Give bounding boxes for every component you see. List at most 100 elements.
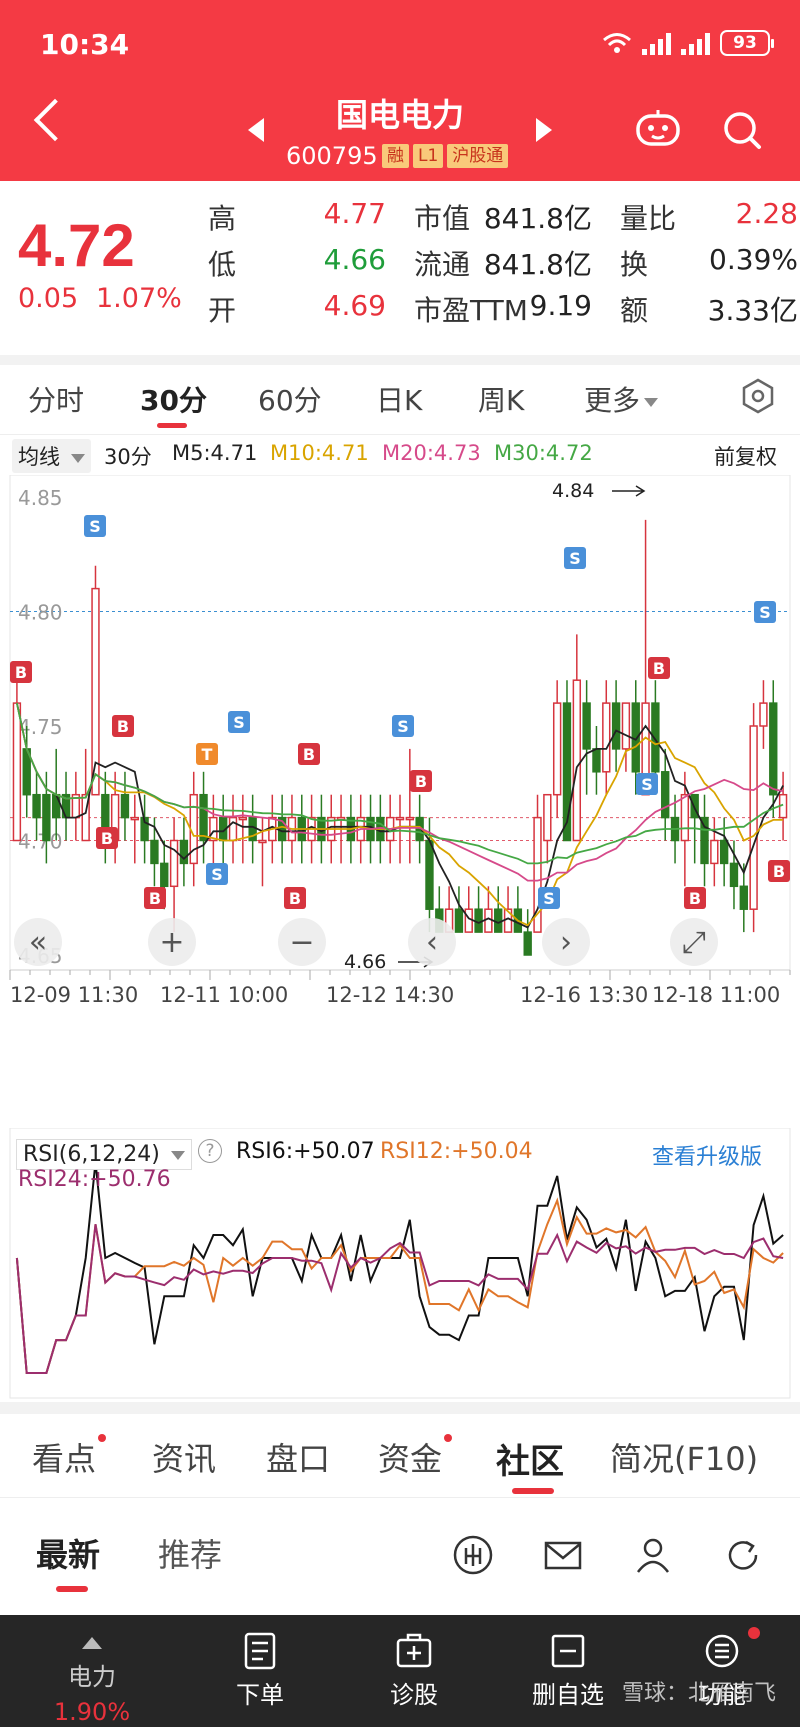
ma20-value: M20:4.73 <box>382 441 481 465</box>
zoom-in-icon[interactable]: + <box>159 925 184 960</box>
tab-recommended[interactable]: 推荐 <box>158 1530 222 1576</box>
rewind-icon[interactable]: « <box>29 925 47 960</box>
stock-code: 600795 <box>286 142 378 170</box>
quote-value: 3.33亿 <box>707 294 798 327</box>
ma-period: 30分 <box>104 445 152 469</box>
tab-daily[interactable]: 日K <box>376 379 422 419</box>
order-button[interactable]: 下单 <box>200 1631 320 1710</box>
candle-up <box>710 839 719 865</box>
tab-intraday[interactable]: 分时 <box>28 379 84 419</box>
rsi24-value: RSI24:+50.76 <box>18 1167 171 1192</box>
ma30-value: M30:4.72 <box>494 441 593 465</box>
tab-orderbook[interactable]: 盘口 <box>266 1434 330 1480</box>
signal-marker-label: B <box>415 772 427 791</box>
quote-value: 4.66 <box>323 243 386 276</box>
x-tick-label: 12-12 14:30 <box>326 983 454 1007</box>
ma-legend: 均线 30分 M5:4.71 M10:4.71 M20:4.73 M30:4.7… <box>0 435 800 475</box>
next-stock-icon[interactable] <box>536 118 552 142</box>
candle-down <box>611 702 621 750</box>
upgrade-link[interactable]: 查看升级版 <box>652 1139 762 1171</box>
candle-down <box>729 862 739 888</box>
tab-highlights[interactable]: 看点 <box>32 1434 96 1480</box>
candle-down <box>160 862 169 888</box>
refresh-icon[interactable] <box>722 1534 764 1576</box>
candle-down <box>739 885 748 910</box>
tab-profile[interactable]: 简况(F10) <box>610 1434 758 1480</box>
diagnose-button[interactable]: 诊股 <box>354 1631 474 1710</box>
ma-selector[interactable]: 均线 <box>12 439 91 473</box>
notification-dot <box>748 1627 760 1639</box>
x-tick-label: 12-11 10:00 <box>160 983 288 1007</box>
tab-indicator <box>56 1586 88 1592</box>
signal-marker-label: B <box>149 889 161 908</box>
kline-chart[interactable]: 4.854.804.754.704.654.844.66BSBTSBSBSBSB… <box>0 475 800 1075</box>
snowball-icon[interactable] <box>452 1534 494 1576</box>
watermark: 雪球：北雁南飞 <box>621 1681 776 1706</box>
settings-icon[interactable] <box>740 378 776 414</box>
signal-marker-label: S <box>641 775 653 794</box>
mail-icon[interactable] <box>542 1534 584 1576</box>
signal-marker-label: B <box>689 889 701 908</box>
quote-label: 额 <box>620 294 649 327</box>
tab-30min[interactable]: 30分 <box>140 379 207 419</box>
rsi-legend: RSI(6,12,24) ? RSI6:+50.07 RSI12:+50.04 … <box>0 1125 800 1195</box>
signal-marker-label: B <box>101 829 113 848</box>
candle-down <box>425 839 434 910</box>
stock-tags: 融 L1 沪股通 <box>382 144 509 168</box>
signal-marker-label: B <box>117 717 129 736</box>
tab-60min[interactable]: 60分 <box>258 379 322 419</box>
divider <box>0 355 800 365</box>
candle-down <box>719 839 729 865</box>
remove-watchlist-button[interactable]: 删自选 <box>508 1631 628 1710</box>
tab-more[interactable]: 更多 <box>584 379 659 419</box>
status-icons: 93 <box>602 30 774 56</box>
signal-marker-label: B <box>653 659 665 678</box>
x-tick-label: 12-09 11:30 <box>10 983 138 1007</box>
tab-news[interactable]: 资讯 <box>152 1434 216 1480</box>
candle-up <box>759 702 768 727</box>
rsi-selector[interactable]: RSI(6,12,24) <box>16 1139 192 1170</box>
zoom-out-icon[interactable]: − <box>289 925 314 960</box>
candle-down <box>199 793 208 842</box>
wifi-icon <box>603 33 631 53</box>
candle-down <box>474 908 483 933</box>
chevron-right-icon[interactable]: › <box>560 925 572 960</box>
tag-level1: L1 <box>413 144 444 168</box>
tab-weekly[interactable]: 周K <box>478 379 524 419</box>
tab-community[interactable]: 社区 <box>496 1434 564 1483</box>
candle-down <box>582 702 591 750</box>
fullscreen-icon[interactable]: ⤢ <box>682 925 706 960</box>
signal-icon-2 <box>681 31 710 55</box>
signal-marker-label: S <box>397 717 409 736</box>
robot-icon[interactable] <box>634 108 682 148</box>
sector-item[interactable]: 电力 1.90% <box>32 1631 152 1726</box>
signal-marker-label: S <box>233 713 245 732</box>
divider <box>0 1402 800 1414</box>
order-label: 下单 <box>236 1681 284 1709</box>
medkit-icon <box>396 1633 432 1668</box>
x-tick-label: 12-16 13:30 <box>520 983 648 1007</box>
candle-up <box>238 816 248 821</box>
sector-change: 1.90% <box>53 1698 131 1726</box>
tab-capital[interactable]: 资金 <box>378 1434 442 1480</box>
y-tick-label: 4.80 <box>18 601 63 625</box>
search-icon[interactable] <box>722 110 762 150</box>
tab-latest[interactable]: 最新 <box>36 1530 100 1576</box>
bottom-toolbar: 电力 1.90% 下单 诊股 删自选 功能 <box>0 1615 800 1727</box>
help-icon[interactable]: ? <box>198 1139 222 1163</box>
candle-up <box>543 793 552 842</box>
quote-label: 市值 <box>414 202 471 235</box>
chevron-down-icon <box>170 1150 185 1160</box>
unread-dot <box>444 1434 452 1442</box>
candle-up <box>680 793 690 842</box>
adjust-mode[interactable]: 前复权 <box>714 441 777 471</box>
user-icon[interactable] <box>632 1534 674 1576</box>
signal-marker-label: T <box>202 745 213 764</box>
quote-value: 9.19 <box>529 289 592 322</box>
candle-down <box>592 748 601 773</box>
ma-selector-label: 均线 <box>18 445 60 469</box>
candle-up <box>621 702 631 750</box>
chevron-left-icon[interactable]: ‹ <box>426 925 438 960</box>
tab-indicator <box>157 423 187 428</box>
candle-down <box>661 771 670 819</box>
